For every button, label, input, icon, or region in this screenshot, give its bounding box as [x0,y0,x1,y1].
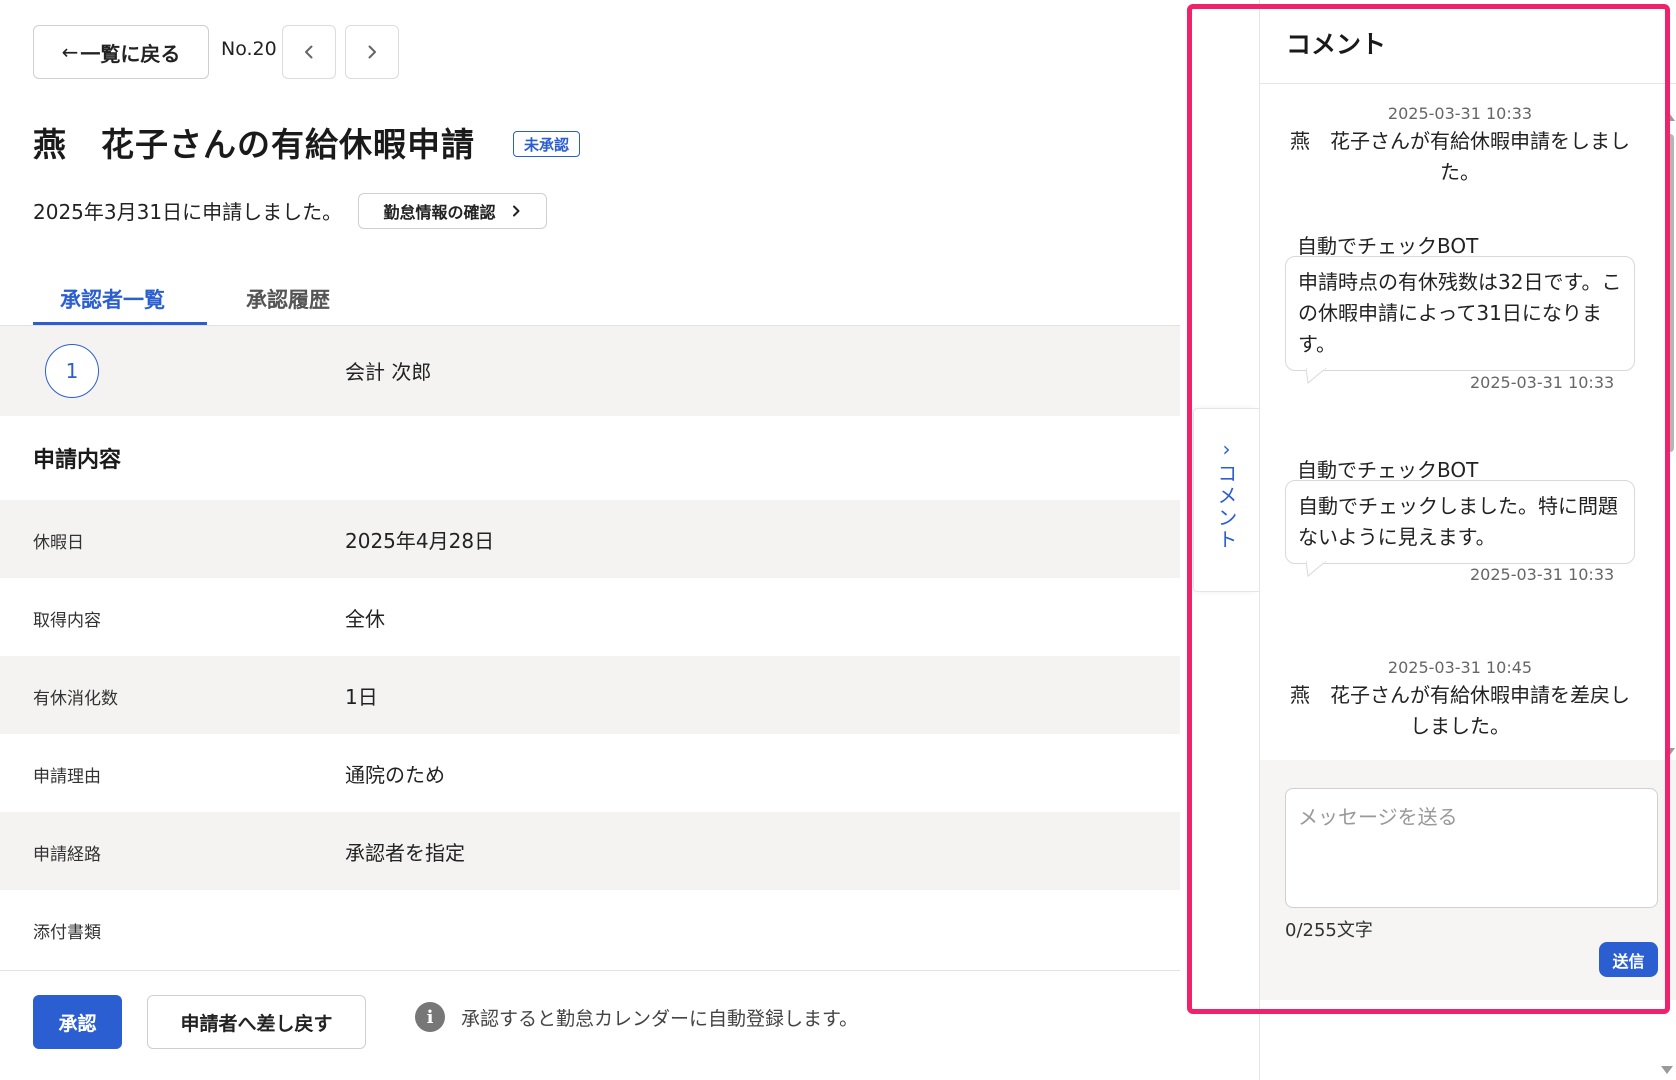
message-input[interactable] [1285,788,1658,908]
comment-panel-toggle[interactable]: › コメント [1193,408,1259,592]
next-button[interactable] [345,25,399,79]
bot-message-time: 2025-03-31 10:33 [1470,565,1615,584]
back-to-list-label: 一覧に戻る [80,41,181,66]
system-message-time: 2025-03-31 10:33 [1387,104,1533,123]
previous-button[interactable] [282,25,336,79]
scroll-up-arrow-icon[interactable] [1665,114,1675,121]
detail-label: 申請理由 [33,767,101,787]
bot-message-time: 2025-03-31 10:33 [1470,373,1615,392]
detail-row-route: 申請経路 承認者を指定 [0,812,1180,890]
chevron-right-icon [512,205,519,217]
detail-label: 有休消化数 [33,689,118,709]
bot-author-name: 自動でチェックBOT [1297,458,1479,482]
comment-scrollbar[interactable] [1662,112,1676,757]
page-scroll-down-arrow-icon[interactable] [1661,1066,1673,1074]
comment-header-title: コメント [1286,30,1387,59]
send-button[interactable]: 送信 [1599,942,1658,977]
attendance-info-button[interactable]: 勤怠情報の確認 [358,193,547,229]
bot-message-bubble: 申請時点の有休残数は32日です。この休暇申請によって31日になります。 [1285,256,1635,371]
tab-approval-history[interactable]: 承認履歴 [246,284,330,314]
tab-bar: 承認者一覧 承認履歴 [0,268,1180,326]
info-text: 承認すると勤怠カレンダーに自動登録します。 [461,1008,859,1030]
scroll-thumb[interactable] [1666,134,1674,452]
detail-row-leave-type: 取得内容 全休 [0,578,1180,656]
applied-date-text: 2025年3月31日に申請しました。 [33,200,343,224]
approver-name: 会計 次郎 [345,360,432,384]
info-icon: i [415,1002,445,1032]
comment-panel: コメント 2025-03-31 10:33 燕 花子さんが有給休暇申請をしました… [1259,0,1676,1080]
scroll-down-arrow-icon[interactable] [1665,748,1675,755]
comment-toggle-label: コメント [1214,463,1238,551]
arrow-left-icon: ← [61,40,79,64]
chevron-right-icon: › [1222,437,1231,461]
detail-row-leave-date: 休暇日 2025年4月28日 [0,500,1180,578]
detail-label: 取得内容 [33,611,101,631]
status-badge: 未承認 [513,131,581,157]
bubble-tail [1306,561,1326,577]
tab-approvers[interactable]: 承認者一覧 [60,284,165,314]
document-number: No.20 [221,38,277,60]
system-message-time: 2025-03-31 10:45 [1387,658,1533,677]
detail-value: 2025年4月28日 [345,529,495,553]
system-message-text: 燕 花子さんが有給休暇申請を差戻ししました。 [1290,683,1630,738]
chevron-left-icon [305,45,313,59]
attendance-info-label: 勤怠情報の確認 [383,203,496,222]
detail-value: 承認者を指定 [345,841,465,865]
chevron-right-icon [368,45,376,59]
page-title: 燕 花子さんの有給休暇申請 [33,125,475,164]
comment-header: コメント [1260,0,1676,84]
section-title-request-details: 申請内容 [33,448,122,473]
back-to-list-button[interactable]: ← 一覧に戻る [33,25,209,79]
active-tab-indicator [33,322,207,325]
return-to-applicant-button[interactable]: 申請者へ差し戻す [147,995,366,1049]
bubble-tail [1306,368,1326,384]
approver-step-number: 1 [45,344,99,398]
footer-divider [0,970,1180,971]
approve-button[interactable]: 承認 [33,995,122,1049]
comment-list: 2025-03-31 10:33 燕 花子さんが有給休暇申請をしました。 自動で… [1260,84,1660,760]
detail-label: 休暇日 [33,533,84,553]
detail-label: 申請経路 [33,845,101,865]
bot-author-name: 自動でチェックBOT [1297,234,1479,258]
request-details-table: 休暇日 2025年4月28日 取得内容 全休 有休消化数 1日 申請理由 通院の… [0,500,1180,968]
detail-value: 通院のため [345,763,445,787]
detail-label: 添付書類 [33,923,101,943]
character-count: 0/255文字 [1285,920,1373,941]
detail-row-reason: 申請理由 通院のため [0,734,1180,812]
bot-message-bubble: 自動でチェックしました。特に問題ないように見えます。 [1285,480,1635,564]
approver-row: 1 会計 次郎 [0,326,1180,416]
system-message-text: 燕 花子さんが有給休暇申請をしました。 [1290,129,1630,184]
detail-row-days-used: 有休消化数 1日 [0,656,1180,734]
comment-compose-area: 0/255文字 送信 [1260,760,1676,1000]
detail-row-attachments: 添付書類 [0,890,1180,968]
detail-value: 全休 [345,607,385,631]
detail-value: 1日 [345,685,378,709]
